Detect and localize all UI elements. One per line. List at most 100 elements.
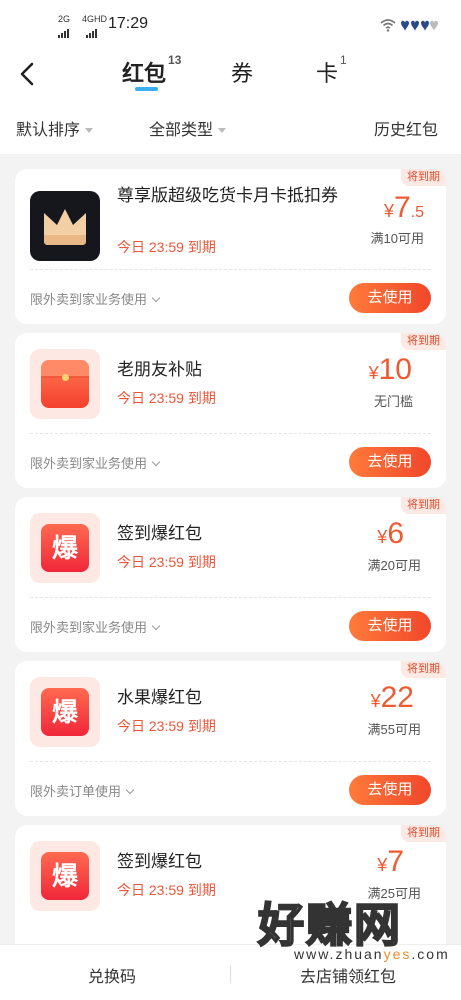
expire-time: 今日 23:59 到期 (117, 554, 216, 570)
usage-scope[interactable]: 限外卖到家业务使用 (30, 289, 161, 308)
watermark-url-prefix: www.zhuan (294, 946, 384, 962)
bao-icon: 爆 (41, 524, 89, 572)
coupon-thumbnail: 爆 (30, 677, 100, 747)
coupon-amount: ¥7 (377, 845, 404, 879)
top-nav: 红包13 券 卡1 (0, 50, 461, 100)
watermark-url-highlight: yes (383, 946, 412, 962)
tab-hongbao[interactable]: 红包13 (122, 52, 182, 88)
currency-symbol: ¥ (383, 201, 394, 221)
amount-value: 7 (393, 191, 411, 224)
chevron-down-icon (151, 457, 161, 467)
coupon-title: 老朋友补贴 (117, 360, 202, 379)
use-button[interactable]: 去使用 (349, 447, 431, 477)
caret-down-icon (85, 128, 94, 134)
tab-count: 1 (340, 52, 347, 67)
history-link[interactable]: 历史红包 (374, 116, 438, 140)
coupon-amount: ¥6 (377, 517, 404, 551)
chevron-down-icon (151, 293, 161, 303)
usage-scope[interactable]: 限外卖到家业务使用 (30, 617, 161, 636)
scope-label: 限外卖订单使用 (30, 784, 122, 799)
expiring-badge: 将到期 (401, 169, 446, 186)
watermark-url-suffix: .com (411, 946, 450, 962)
coupon-thumbnail (30, 191, 100, 261)
currency-symbol: ¥ (377, 855, 388, 875)
sort-label: 默认排序 (16, 122, 81, 139)
currency-symbol: ¥ (370, 691, 381, 711)
type-dropdown[interactable]: 全部类型 (149, 116, 227, 140)
scope-label: 限外卖到家业务使用 (30, 292, 148, 307)
crown-icon (44, 209, 86, 245)
use-button[interactable]: 去使用 (349, 775, 431, 805)
dashed-divider (30, 269, 431, 270)
coupon-title: 签到爆红包 (117, 524, 202, 543)
coupon-list: 将到期 尊享版超级吃货卡月卡抵扣券 今日 23:59 到期 ¥7.5 满10可用… (15, 169, 446, 989)
usage-condition: 满20可用 (367, 558, 421, 573)
type-label: 全部类型 (149, 122, 214, 139)
coupon-card[interactable]: 将到期 爆 水果爆红包 今日 23:59 到期 ¥22 满55可用 限外卖订单使… (15, 661, 446, 816)
dashed-divider (30, 433, 431, 434)
usage-condition: 无门槛 (373, 394, 413, 409)
tab-count: 13 (168, 52, 182, 67)
expiring-badge: 将到期 (401, 825, 446, 842)
sort-dropdown[interactable]: 默认排序 (16, 116, 94, 140)
coupon-card[interactable]: 将到期 尊享版超级吃货卡月卡抵扣券 今日 23:59 到期 ¥7.5 满10可用… (15, 169, 446, 324)
active-tab-indicator (135, 87, 158, 91)
back-arrow-icon[interactable] (14, 56, 44, 92)
coupon-thumbnail: 爆 (30, 513, 100, 583)
bao-icon: 爆 (41, 688, 89, 736)
caret-down-icon (218, 128, 227, 134)
coupon-card[interactable]: 将到期 爆 签到爆红包 今日 23:59 到期 ¥6 满20可用 限外卖到家业务… (15, 497, 446, 652)
bao-icon: 爆 (41, 852, 89, 900)
usage-condition: 满55可用 (367, 722, 421, 737)
use-button[interactable]: 去使用 (349, 283, 431, 313)
usage-scope[interactable]: 限外卖到家业务使用 (30, 453, 161, 472)
currency-symbol: ¥ (377, 527, 388, 547)
coupon-thumbnail (30, 349, 100, 419)
bottom-divider (230, 965, 231, 983)
redeem-code-button[interactable]: 兑换码 (88, 963, 136, 987)
amount-value: 10 (378, 353, 412, 386)
use-button[interactable]: 去使用 (349, 611, 431, 641)
chevron-down-icon (125, 785, 135, 795)
coupon-amount: ¥22 (371, 681, 414, 715)
usage-scope[interactable]: 限外卖订单使用 (30, 781, 135, 800)
scope-label: 限外卖到家业务使用 (30, 620, 148, 635)
expiring-badge: 将到期 (401, 661, 446, 678)
expire-time: 今日 23:59 到期 (117, 718, 216, 734)
coupon-title: 水果爆红包 (117, 688, 202, 707)
amount-value: 7 (387, 845, 404, 878)
coupon-card[interactable]: 将到期 老朋友补贴 今日 23:59 到期 ¥10 无门槛 限外卖到家业务使用 … (15, 333, 446, 488)
coupon-amount: ¥10 (369, 353, 412, 387)
watermark-logo: 好赚网 www.zhuanyes.com (257, 899, 448, 962)
dashed-divider (30, 761, 431, 762)
coupon-title: 尊享版超级吃货卡月卡抵扣券 (117, 186, 338, 205)
usage-condition: 满10可用 (370, 231, 424, 246)
tab-label: 券 (231, 61, 254, 86)
coupon-thumbnail: 爆 (30, 841, 100, 911)
watermark-title: 好赚网 (257, 899, 402, 951)
chevron-down-icon (151, 621, 161, 631)
coupon-amount: ¥7.5 (384, 191, 424, 225)
amount-value: 6 (387, 517, 404, 550)
expiring-badge: 将到期 (401, 497, 446, 514)
clock: 17:29 (108, 15, 149, 32)
watermark-url: www.zhuanyes.com (294, 946, 448, 962)
battery-icon (401, 20, 438, 31)
dashed-divider (30, 597, 431, 598)
status-bar: 2G 4GHD 17:29 (0, 0, 461, 50)
filter-bar: 默认排序 全部类型 历史红包 (0, 100, 461, 154)
expire-time: 今日 23:59 到期 (117, 390, 216, 406)
wifi-icon (380, 19, 396, 32)
store-hongbao-button[interactable]: 去店铺领红包 (300, 963, 396, 987)
status-icons (380, 16, 439, 32)
scope-label: 限外卖到家业务使用 (30, 456, 148, 471)
expiring-badge: 将到期 (401, 333, 446, 350)
tab-label: 卡 (316, 61, 339, 86)
tab-ka[interactable]: 卡1 (316, 52, 347, 88)
amount-value: 22 (380, 681, 414, 714)
signal-bars-icon (86, 20, 98, 38)
currency-symbol: ¥ (368, 363, 379, 383)
coupon-title: 签到爆红包 (117, 852, 202, 871)
tab-quan[interactable]: 券 (231, 56, 253, 88)
expire-time: 今日 23:59 到期 (117, 882, 216, 898)
